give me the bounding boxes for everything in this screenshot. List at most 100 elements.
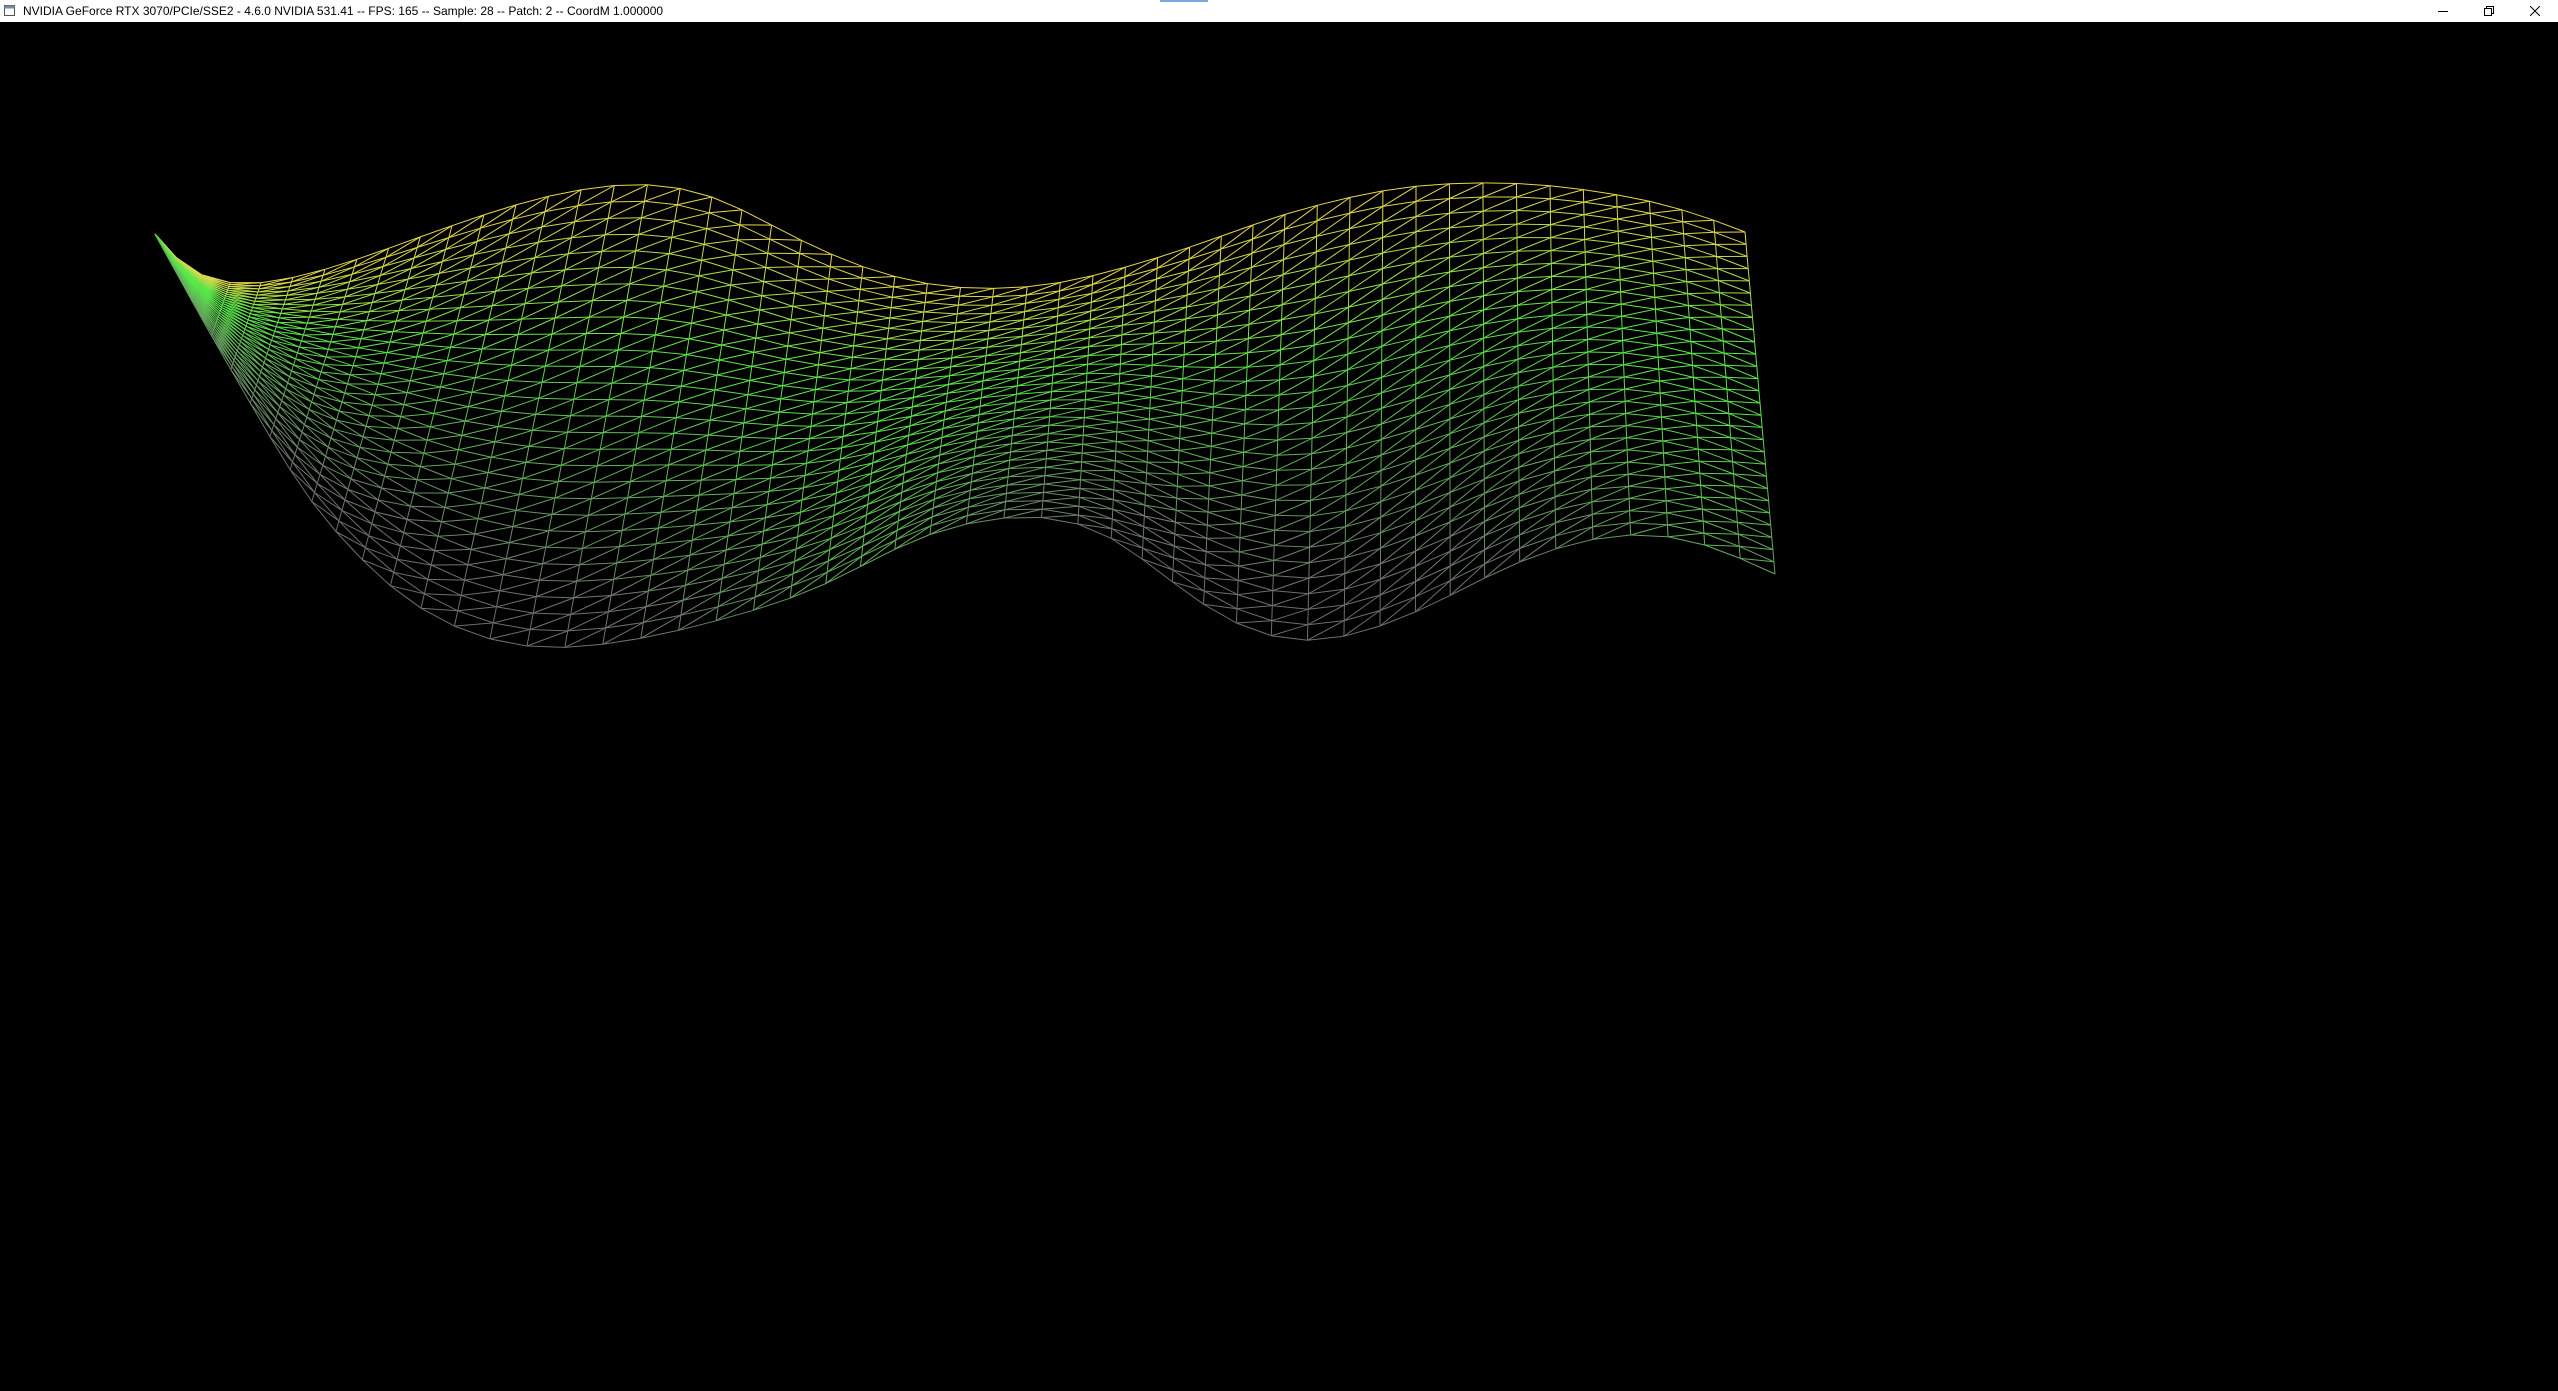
mesh-edge (1237, 594, 1273, 607)
mesh-edge (739, 438, 776, 452)
mesh-edge (392, 320, 397, 332)
mesh-edge (1771, 537, 1774, 550)
mesh-edge (671, 434, 709, 450)
mesh-edge (451, 464, 456, 479)
mesh-edge (778, 398, 782, 413)
mesh-edge (941, 430, 978, 438)
mesh-edge (1178, 461, 1211, 474)
mesh-edge (1125, 257, 1158, 268)
mesh-edge (909, 410, 946, 427)
mesh-edge (782, 372, 785, 386)
mesh-edge (1054, 341, 1057, 350)
mesh-edge (579, 546, 620, 566)
mesh-edge (1345, 501, 1382, 528)
mesh-edge (1241, 494, 1276, 501)
mesh-edge (457, 595, 462, 611)
restore-button[interactable] (2466, 0, 2512, 22)
mesh-edge (1482, 183, 1517, 198)
mesh-edge (406, 380, 411, 393)
opengl-viewport[interactable] (0, 22, 2558, 1391)
mesh-edge (1042, 508, 1079, 516)
mesh-edge (368, 535, 398, 560)
mesh-edge (1415, 447, 1451, 461)
mesh-edge (1049, 399, 1052, 409)
mesh-edge (434, 536, 439, 551)
mesh-edge (1245, 394, 1280, 411)
mesh-edge (1621, 308, 1656, 317)
mesh-edge (1449, 267, 1484, 273)
mesh-edge (335, 531, 363, 560)
mesh-edge (807, 438, 810, 451)
mesh-edge (380, 475, 386, 489)
mesh-edge (542, 563, 580, 566)
minimize-button[interactable] (2420, 0, 2466, 22)
mesh-edge (710, 408, 747, 421)
mesh-edge (1151, 354, 1154, 366)
mesh-edge (391, 451, 424, 454)
mesh-edge (821, 339, 854, 347)
mesh-edge (792, 303, 826, 307)
mesh-edge (966, 507, 969, 516)
close-button[interactable] (2512, 0, 2558, 22)
mesh-edge (1218, 275, 1220, 289)
mesh-edge (1149, 407, 1182, 416)
mesh-edge (1516, 183, 1551, 187)
mesh-edge (749, 372, 785, 381)
mesh-edge (870, 472, 905, 485)
mesh-edge (1415, 521, 1451, 537)
mesh-edge (965, 515, 968, 525)
mesh-edge (940, 439, 977, 447)
mesh-edge (330, 338, 362, 343)
mesh-edge (1518, 444, 1555, 455)
mesh-edge (231, 363, 234, 367)
mesh-edge (338, 401, 343, 412)
mesh-edge (563, 432, 568, 449)
mesh-edge (1214, 366, 1248, 382)
mesh-edge (1381, 429, 1416, 440)
mesh-edge (1175, 498, 1178, 511)
mesh-edge (1761, 427, 1764, 440)
mesh-edge (278, 313, 282, 319)
mesh-edge (709, 209, 743, 214)
mesh-edge (1724, 364, 1757, 367)
mesh-edge (644, 399, 679, 403)
mesh-edge (737, 451, 775, 466)
mesh-edge (454, 449, 459, 465)
mesh-edge (1449, 464, 1485, 493)
mesh-edge (1484, 534, 1520, 565)
mesh-edge (1449, 394, 1485, 420)
mesh-edge (390, 440, 395, 453)
mesh-edge (753, 351, 787, 360)
mesh-edge (318, 371, 322, 380)
mesh-edge (457, 319, 489, 322)
mesh-edge (1111, 509, 1114, 520)
mesh-edge (1415, 242, 1450, 248)
mesh-edge (1650, 221, 1683, 226)
mesh-edge (933, 498, 970, 509)
mesh-edge (642, 606, 647, 623)
mesh-edge (1518, 470, 1555, 495)
mesh-edge (1720, 304, 1752, 306)
mesh-edge (1739, 557, 1776, 575)
mesh-edge (1213, 380, 1247, 395)
mesh-edge (1044, 479, 1081, 485)
mesh-edge (281, 400, 308, 418)
mesh-edge (751, 352, 755, 367)
mesh-edge (230, 366, 233, 370)
mesh-edge (358, 347, 388, 354)
mesh-edge (338, 520, 369, 537)
mesh-edge (341, 392, 346, 403)
mesh-edge (451, 472, 489, 480)
mesh-edge (1550, 189, 1584, 200)
mesh-edge (992, 288, 995, 297)
mesh-edge (663, 494, 700, 497)
mesh-edge (969, 492, 1007, 500)
mesh-edge (1698, 448, 1732, 451)
mesh-edge (620, 316, 625, 334)
mesh-edge (942, 419, 945, 429)
mesh-edge (1655, 305, 1689, 310)
title-bar[interactable]: NVIDIA GeForce RTX 3070/PCIe/SSE2 - 4.6.… (0, 0, 2558, 22)
mesh-edge (564, 253, 569, 271)
mesh-edge (759, 305, 793, 311)
mesh-edge (535, 398, 540, 415)
